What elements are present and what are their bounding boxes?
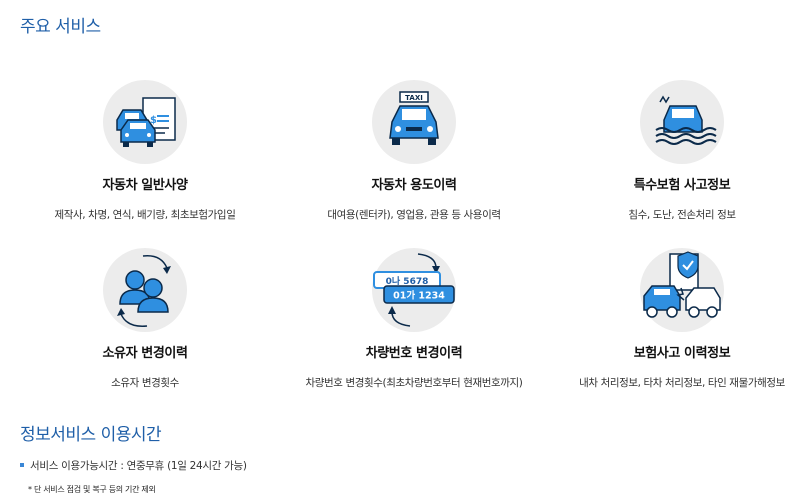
service-title: 소유자 변경이력 [102, 346, 188, 361]
service-title: 차량번호 변경이력 [365, 346, 463, 361]
service-card-special-insurance[interactable]: 특수보험 사고정보 침수, 도난, 전손처리 정보 [552, 80, 800, 222]
plate-new-text: 01가 1234 [393, 290, 445, 302]
service-hours-text: 서비스 이용가능시간 : 연중무휴 (1일 24시간 가능) [30, 460, 247, 472]
section-title-service-hours: 정보서비스 이용시간 [20, 425, 162, 445]
service-card-plate-change[interactable]: 0나 5678 01가 1234 차량번호 변경이력 차량번호 변경횟수(최초차… [284, 248, 544, 390]
service-title: 특수보험 사고정보 [633, 178, 731, 193]
service-description: 차량번호 변경횟수(최초차량번호부터 현재번호까지) [305, 377, 523, 389]
service-hours-note: * 단 서비스 점검 및 복구 등의 기간 제외 [28, 485, 156, 494]
bullet-icon [20, 463, 24, 467]
taxi-sign-label: TAXI [405, 94, 423, 102]
service-card-owner-change[interactable]: 소유자 변경이력 소유자 변경횟수 [15, 248, 275, 390]
service-description: 대여용(렌터카), 영업용, 관용 등 사용이력 [327, 209, 501, 221]
service-hours-list: 서비스 이용가능시간 : 연중무휴 (1일 24시간 가능) [20, 458, 247, 473]
service-title: 보험사고 이력정보 [633, 346, 731, 361]
section-title-main-services: 주요 서비스 [20, 17, 101, 37]
taxi-icon: TAXI [372, 80, 456, 164]
service-card-insurance-accident[interactable]: 보험사고 이력정보 내차 처리정보, 타차 처리정보, 타인 재물가해정보 [552, 248, 800, 390]
owner-change-icon [103, 248, 187, 332]
service-title: 자동차 일반사양 [102, 178, 188, 193]
car-document-icon: $ [103, 80, 187, 164]
car-crash-icon [640, 248, 724, 332]
plate-old-text: 0나 5678 [386, 275, 429, 287]
service-title: 자동차 용도이력 [371, 178, 457, 193]
list-item: 서비스 이용가능시간 : 연중무휴 (1일 24시간 가능) [20, 458, 247, 473]
service-description: 제작사, 차명, 연식, 배기량, 최초보험가입일 [54, 209, 236, 221]
service-card-general-spec[interactable]: $ 자동차 일반사양 제작사, 차명, 연식, 배기량, 최초보험가입일 [15, 80, 275, 222]
service-card-usage-history[interactable]: TAXI 자동차 용도이력 대여용(렌터카), 영업용, 관용 등 사용이력 [284, 80, 544, 222]
plate-change-icon: 0나 5678 01가 1234 [372, 248, 456, 332]
flooded-car-icon [640, 80, 724, 164]
service-description: 침수, 도난, 전손처리 정보 [628, 209, 736, 221]
service-description: 소유자 변경횟수 [111, 377, 179, 389]
service-description: 내차 처리정보, 타차 처리정보, 타인 재물가해정보 [579, 377, 785, 389]
